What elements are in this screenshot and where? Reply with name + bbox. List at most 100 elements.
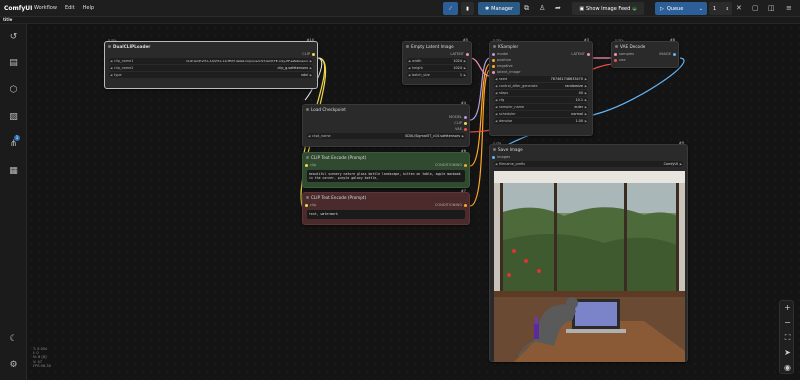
stat-fps: FPS:56.50 [33,363,52,368]
zoom-out-icon[interactable]: − [783,318,792,327]
node-library-icon[interactable]: ⬡ [8,85,19,96]
node-load-checkpoint[interactable]: #4 Load Checkpoint MODEL CLIP VAE ckpt_n… [302,101,470,147]
input-clip[interactable]: clip [303,163,316,167]
image-gallery-icon[interactable]: ▨ [8,112,19,123]
chevron-down-icon[interactable]: ⌄ [699,6,703,12]
node-title: Load Checkpoint [303,105,469,114]
workflows-icon[interactable]: ▦ [8,166,19,177]
io-row-clip: clip CONDITIONING [303,162,469,168]
widget-height[interactable]: height 1024 [407,65,467,71]
toggle-link-visibility-button[interactable]: ⟋ [443,2,458,15]
model-library-icon[interactable]: ⋔ [8,139,19,150]
batch-count-input[interactable]: 1 ⇕ [709,2,732,15]
theme-moon-icon[interactable]: ☾ [8,334,19,345]
output-conditioning[interactable]: CONDITIONING [435,202,469,208]
prompt-textarea-negative[interactable]: text, watermark [307,210,465,219]
widget-label: height [412,66,423,70]
widget-steps[interactable]: steps 40 [494,90,588,96]
output-latent[interactable]: LATENT [450,51,471,57]
widget-cfg[interactable]: cfg 10.1 [494,97,588,103]
manager-label: Manager [491,5,514,12]
widget-filename-prefix[interactable]: filename_prefix ComfyUI [494,161,683,167]
image-feed-label: Show Image Feed [586,5,631,12]
widget-value: normal [571,112,583,116]
hamburger-menu-icon[interactable]: ≡ [786,4,792,13]
widget-scheduler[interactable]: scheduler normal [494,111,588,117]
manager-button[interactable]: ✱ Manager [478,2,520,15]
puzzle-icon: ✱ [484,5,490,12]
input-vae[interactable]: vae [612,58,626,62]
node-dualclip-loader[interactable]: 0.40+ #10 DualCLIPLoader CLIP clip_name1… [104,38,318,89]
split-panel-icon[interactable]: ◫ [768,4,775,13]
pointer-mode-icon[interactable]: ➤ [783,348,792,357]
queue-list-icon[interactable]: ▤ [8,58,19,69]
input-model[interactable]: model [490,52,508,56]
input-clip[interactable]: clip [303,203,316,207]
menu-edit[interactable]: Edit [65,5,75,11]
widget-clip-name2[interactable]: clip_name2 clip_g.safetensors [109,65,313,71]
user-share-icon[interactable]: ♙ [539,4,545,13]
node-clip-text-encode-positive[interactable]: #6 CLIP Text Encode (Prompt) clip CONDIT… [302,149,470,188]
output-vae[interactable]: VAE [455,126,469,132]
widget-value: ComfyUI [663,162,678,166]
widget-value: 1 [459,73,462,77]
history-icon[interactable]: ↺ [8,32,19,43]
widget-sampler-name[interactable]: sampler_name euler [494,104,588,110]
show-image-feed-button[interactable]: ▣ Show Image Feed ◒ [572,2,644,15]
widget-control-after-generate[interactable]: control_after_generate randomize [494,83,588,89]
widget-width[interactable]: width 1024 [407,58,467,64]
output-clip[interactable]: CLIP [302,51,317,57]
menu-workflow[interactable]: Workflow [34,5,57,11]
io-row-clip: clip CONDITIONING [303,202,469,208]
bookmark-button[interactable]: ▮ [461,2,474,15]
widget-label: control_after_generate [499,84,538,88]
queue-label: Queue [666,5,684,12]
node-vae-decode[interactable]: 0.32+ #8 VAE Decode samples IMAGE vae [611,38,679,68]
io-row-vae: vae [612,57,678,63]
queue-button[interactable]: ▷ Queue ⌄ [655,2,707,15]
widget-denoise[interactable]: denoise 1.00 [494,118,588,124]
io-row-latent: latent_image [490,69,592,75]
settings-gear-icon[interactable]: ⚙ [8,360,19,371]
toggle-links-icon[interactable]: ◉ [783,363,792,372]
node-title: VAE Decode [612,42,678,51]
canvas-tools-panel: + − ⛶ ➤ ◉ [779,300,794,374]
prompt-textarea-positive[interactable]: beautiful scenery nature glass bottle la… [307,170,465,182]
widget-seed[interactable]: seed 787461748633470 [494,76,588,82]
input-images[interactable]: images [490,155,510,159]
widget-value: 10.1 [575,98,583,102]
share-icon[interactable]: ⧉ [524,4,529,13]
widget-label: width [412,59,422,63]
widget-value: 40 [578,91,583,95]
arrow-share-icon[interactable]: ➦ [555,4,561,13]
node-ksampler[interactable]: 0.30+ #3 KSampler model LATENT positive … [489,38,593,136]
widget-label: filename_prefix [499,162,526,166]
input-negative[interactable]: negative [490,64,513,68]
input-samples[interactable]: samples [612,52,634,56]
close-icon[interactable]: ✕ [736,4,742,13]
widget-label: steps [499,91,509,95]
node-title: Save Image [490,145,687,154]
node-empty-latent-image[interactable]: #5 Empty Latent Image LATENT width1024 h… [402,38,472,85]
input-positive[interactable]: positive [490,58,511,62]
widget-type[interactable]: type sdxl [109,72,313,78]
menu-help[interactable]: Help [83,5,94,11]
play-icon: ▷ [660,5,664,12]
input-latent-image[interactable]: latent_image [490,70,521,74]
widget-ckpt-name[interactable]: ckpt_name SDXL/SigmaVIT_v10.safetensors [307,133,465,139]
io-row-vae: VAE [303,126,469,132]
node-save-image[interactable]: 0.28s #9 Save Image images filename_pref… [489,141,688,362]
workflow-tab[interactable]: title [3,17,12,22]
widget-batch-size[interactable]: batch_size 1 [407,72,467,78]
widget-label: cfg [499,98,505,102]
zoom-in-icon[interactable]: + [783,303,792,312]
node-clip-text-encode-negative[interactable]: #7 CLIP Text Encode (Prompt) clip CONDIT… [302,189,470,225]
widget-label: clip_name1 [114,59,134,63]
generated-image-preview[interactable] [494,171,685,362]
widget-label: sampler_name [499,105,525,109]
fit-view-icon[interactable]: ⛶ [783,333,792,342]
image-feed-icon: ▣ [579,5,585,12]
output-conditioning[interactable]: CONDITIONING [435,162,469,168]
widget-clip-name1[interactable]: clip_name1 CLIP-GmP-ViT-L-14/ViT-L-14-TEX… [109,58,313,64]
panel-icon[interactable]: ▢ [752,4,759,13]
